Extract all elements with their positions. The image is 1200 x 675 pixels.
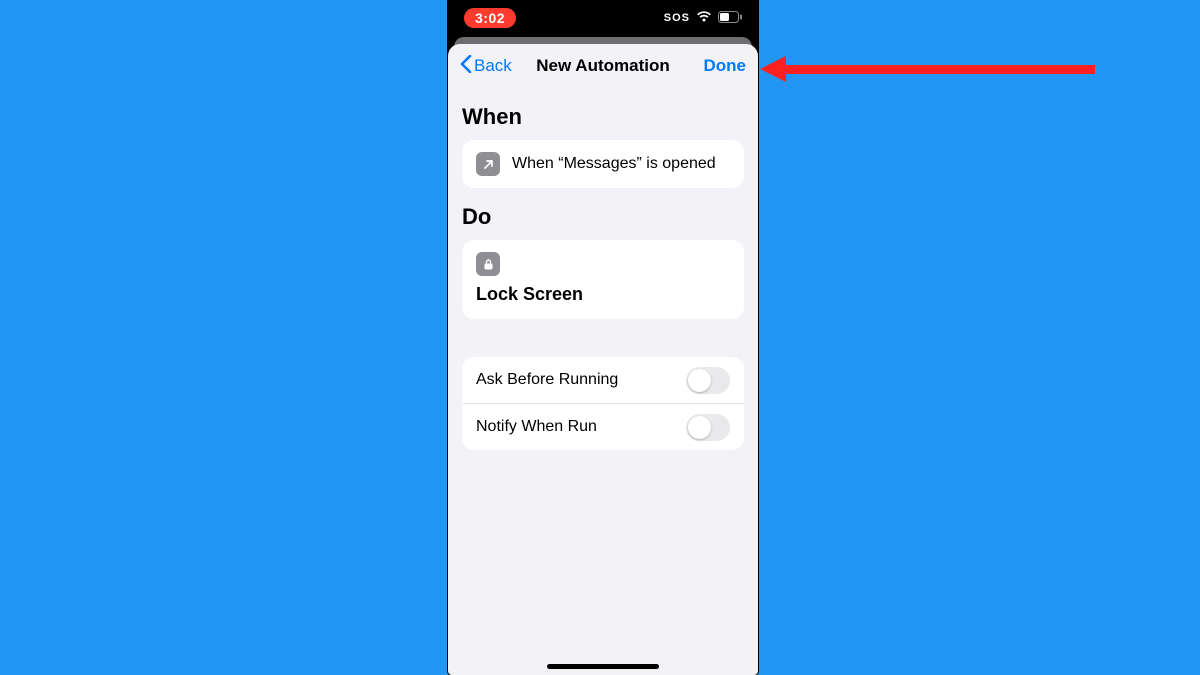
- do-action-label: Lock Screen: [476, 284, 730, 305]
- nav-bar: Back New Automation Done: [448, 44, 758, 88]
- settings-card: Ask Before Running Notify When Run: [462, 357, 744, 450]
- status-sos: SOS: [664, 12, 690, 24]
- chevron-left-icon: [460, 55, 472, 78]
- do-action-card[interactable]: Lock Screen: [462, 240, 744, 319]
- notify-when-run-switch[interactable]: [686, 414, 730, 441]
- notify-when-run-row[interactable]: Notify When Run: [462, 403, 744, 450]
- app-open-icon: [476, 152, 500, 176]
- sheet: Back New Automation Done When When “Mess…: [448, 44, 758, 675]
- lock-icon: [476, 252, 500, 276]
- status-time-pill: 3:02: [464, 8, 516, 28]
- ask-before-running-switch[interactable]: [686, 367, 730, 394]
- back-button[interactable]: Back: [460, 55, 512, 78]
- home-indicator[interactable]: [547, 664, 659, 669]
- sheet-content: When When “Messages” is opened Do Lock S…: [448, 88, 758, 450]
- when-trigger-text: When “Messages” is opened: [512, 155, 716, 173]
- status-right-cluster: SOS: [664, 11, 742, 26]
- annotation-arrow-icon: [760, 56, 1095, 82]
- battery-icon: [718, 11, 742, 26]
- wifi-icon: [696, 11, 712, 26]
- ask-before-running-label: Ask Before Running: [476, 371, 618, 389]
- status-bar: 3:02 SOS: [448, 0, 758, 36]
- phone-frame: 3:02 SOS Back New Automat: [448, 0, 758, 675]
- section-heading-do: Do: [462, 204, 744, 230]
- when-trigger-card[interactable]: When “Messages” is opened: [462, 140, 744, 188]
- notify-when-run-label: Notify When Run: [476, 418, 597, 436]
- back-label: Back: [474, 56, 512, 76]
- ask-before-running-row[interactable]: Ask Before Running: [462, 357, 744, 403]
- done-button[interactable]: Done: [704, 56, 747, 76]
- section-heading-when: When: [462, 104, 744, 130]
